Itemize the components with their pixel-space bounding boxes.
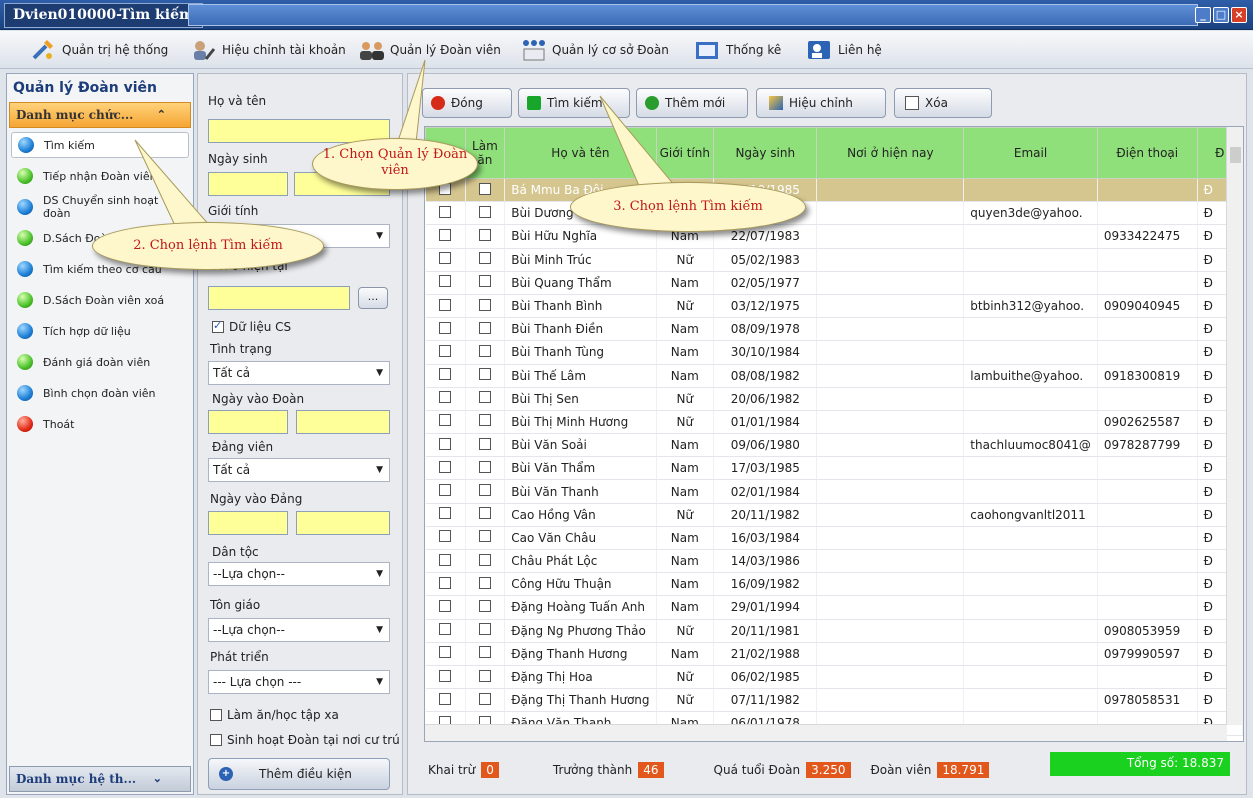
callout-step-2: 2. Chọn lệnh Tìm kiếm	[92, 222, 324, 270]
callout-tail-2	[134, 139, 211, 233]
callout-tail-3	[599, 95, 677, 189]
callout-step-3: 3. Chọn lệnh Tìm kiếm	[570, 182, 806, 232]
callout-step-1: 1. Chọn Quản lý Đoàn viên	[312, 138, 478, 190]
callout-tails	[134, 59, 677, 233]
